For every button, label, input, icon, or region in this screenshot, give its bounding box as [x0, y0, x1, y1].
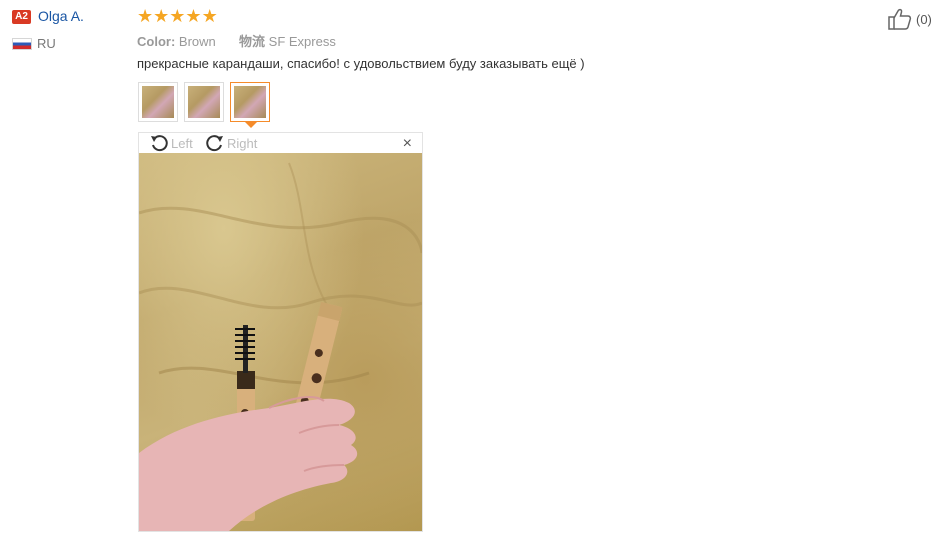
shipping-label: 物流	[239, 34, 266, 49]
photo-thumbnails	[138, 82, 270, 128]
level-badge: A2	[12, 10, 31, 24]
star-icon: ★	[153, 6, 170, 26]
helpful-count: (0)	[916, 11, 932, 27]
viewer-toolbar: Left Right ×	[139, 133, 422, 153]
helpful-button[interactable]: (0)	[888, 8, 932, 30]
review-text: прекрасные карандаши, спасибо! с удоволь…	[137, 56, 585, 71]
review-photo	[139, 153, 422, 531]
shipping-value: SF Express	[268, 34, 336, 49]
rotate-left-button[interactable]: Left	[149, 134, 193, 152]
star-icon: ★	[137, 6, 154, 26]
rating-stars: ★ ★ ★ ★ ★	[137, 6, 218, 26]
rotate-right-icon	[206, 135, 223, 152]
rotate-right-button[interactable]: Right	[205, 134, 257, 152]
photo-viewer: Left Right ×	[138, 132, 423, 532]
color-label: Color:	[137, 34, 176, 49]
flag-icon	[12, 38, 32, 50]
reviewer-country: RU	[37, 36, 56, 51]
reviewer-name[interactable]: Olga A.	[38, 8, 84, 24]
color-value: Brown	[178, 34, 216, 49]
star-icon: ★	[169, 6, 186, 26]
photo-illustration	[139, 162, 422, 531]
rotate-right-label: Right	[227, 135, 258, 151]
star-icon: ★	[201, 6, 218, 26]
close-icon[interactable]: ×	[403, 135, 412, 153]
rotate-left-icon	[151, 135, 168, 152]
star-icon: ★	[185, 6, 202, 26]
thumbs-up-icon	[888, 8, 912, 30]
photo-thumbnail[interactable]	[138, 82, 178, 122]
photo-thumbnail[interactable]	[184, 82, 224, 122]
photo-thumbnail-active[interactable]	[230, 82, 270, 128]
rotate-left-label: Left	[171, 135, 193, 151]
review-attributes: Color: Brown 物流 SF Express	[137, 31, 336, 50]
